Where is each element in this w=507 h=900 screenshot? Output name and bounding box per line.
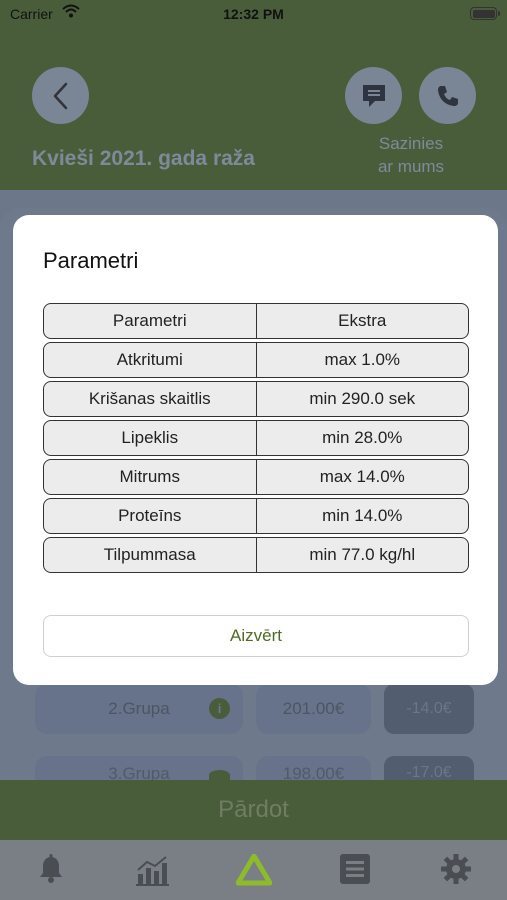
- tab-bar: [0, 840, 507, 900]
- back-button[interactable]: [32, 67, 89, 124]
- list-icon: [339, 854, 370, 884]
- chevron-left-icon: [53, 82, 67, 109]
- gear-icon: [441, 854, 472, 884]
- info-icon[interactable]: i: [209, 698, 230, 719]
- param-value: max 1.0%: [255, 343, 469, 377]
- modal-title: Parametri: [43, 248, 139, 273]
- contact-label-line2: ar mums: [377, 157, 445, 176]
- phone-icon: [437, 85, 458, 106]
- contact-label: Sazinies ar mums: [360, 132, 462, 178]
- table-header-row: Parametri Ekstra: [43, 303, 469, 339]
- param-name: Krišanas skaitlis: [88, 389, 211, 408]
- status-time: 12:32 PM: [223, 6, 284, 22]
- chart-icon: [136, 856, 170, 886]
- param-name: Lipeklis: [121, 428, 179, 447]
- table-row: Atkritumi max 1.0%: [43, 342, 469, 378]
- contact-label-line1: Sazinies: [378, 134, 444, 153]
- tab-notifications[interactable]: [0, 840, 101, 900]
- price-diff-badge: -17.0€: [384, 756, 474, 781]
- logo-icon: [235, 854, 272, 886]
- table-row: Krišanas skaitlis min 290.0 sek: [43, 381, 469, 417]
- param-value: min 290.0 sek: [255, 382, 469, 416]
- info-icon[interactable]: [209, 770, 230, 780]
- param-name: Tilpummasa: [103, 545, 196, 564]
- param-value: max 14.0%: [255, 460, 469, 494]
- bell-icon: [39, 854, 62, 883]
- table-row: Proteīns min 14.0%: [43, 498, 469, 534]
- sell-button[interactable]: Pārdot: [0, 780, 507, 840]
- param-value: min 77.0 kg/hl: [255, 538, 469, 572]
- price-diff-badge: -14.0€: [384, 684, 474, 734]
- table-header-cell: Ekstra: [255, 304, 469, 338]
- param-value: min 28.0%: [255, 421, 469, 455]
- tab-home[interactable]: [203, 840, 304, 900]
- parameters-modal: Parametri Parametri Ekstra Atkritumi max…: [13, 215, 498, 685]
- tab-settings[interactable]: [406, 840, 507, 900]
- table-row: Tilpummasa min 77.0 kg/hl: [43, 537, 469, 573]
- tab-charts[interactable]: [101, 840, 202, 900]
- page-title: Kvieši 2021. gada raža: [32, 147, 255, 170]
- badge-value: -14.0€: [406, 700, 452, 717]
- phone-button[interactable]: [419, 67, 476, 124]
- price-value: 201.00€: [282, 699, 345, 718]
- param-value: min 14.0%: [255, 499, 469, 533]
- param-name: Proteīns: [118, 506, 182, 525]
- group-label: 2.Grupa: [108, 699, 170, 718]
- param-name: Mitrums: [119, 467, 180, 486]
- price-cell: 198.00€: [256, 756, 371, 783]
- table-row: Mitrums max 14.0%: [43, 459, 469, 495]
- close-button[interactable]: Aizvērt: [43, 615, 469, 657]
- param-name: Atkritumi: [116, 350, 183, 369]
- price-cell: 201.00€: [256, 684, 371, 734]
- table-row: Lipeklis min 28.0%: [43, 420, 469, 456]
- message-button[interactable]: [345, 67, 402, 124]
- table-header-cell: Parametri: [112, 311, 187, 330]
- status-bar: Carrier 12:32 PM: [0, 0, 507, 30]
- battery-icon: [470, 7, 500, 20]
- tab-list[interactable]: [304, 840, 405, 900]
- message-icon: [362, 84, 385, 107]
